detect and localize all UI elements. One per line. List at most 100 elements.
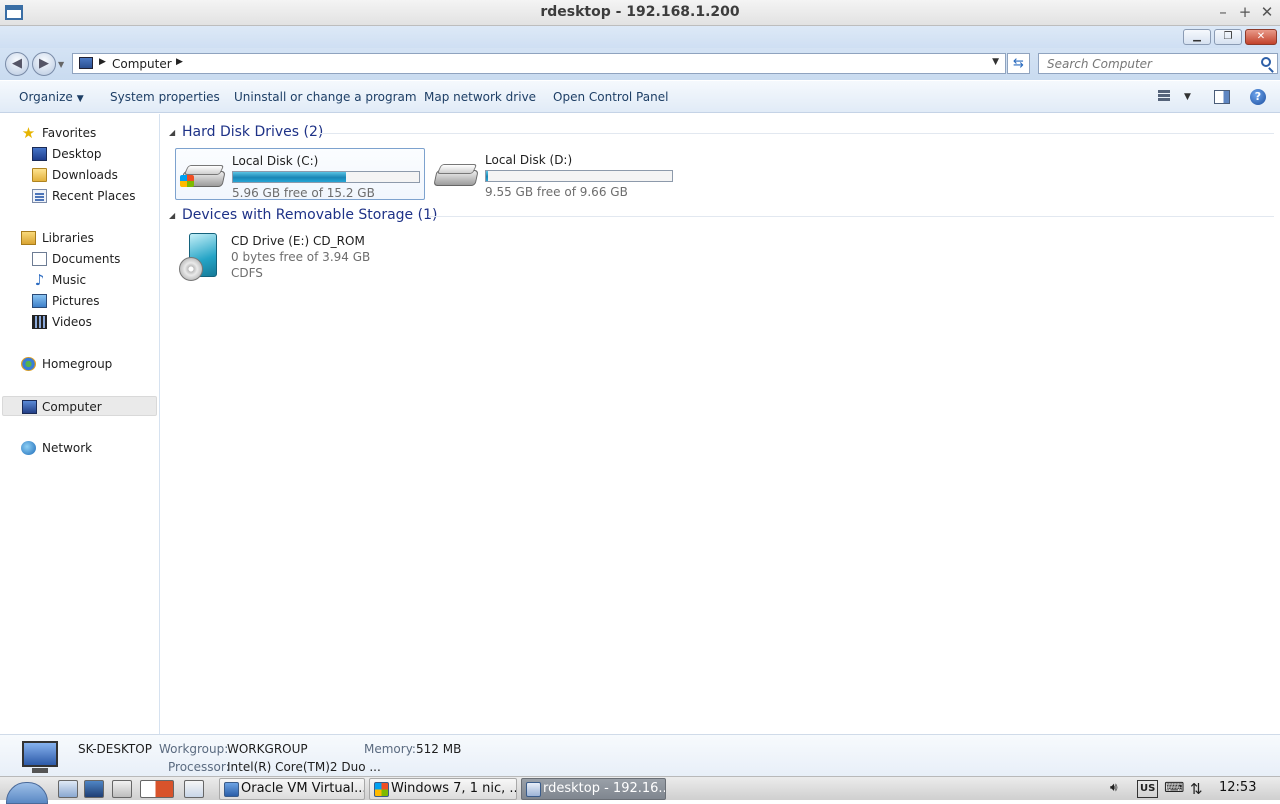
nav-item-homegroup[interactable]: Homegroup bbox=[2, 354, 157, 374]
nav-item-music[interactable]: ♪ Music bbox=[2, 270, 157, 290]
explorer-restore-button[interactable]: ❐ bbox=[1214, 29, 1242, 45]
nav-item-label: Downloads bbox=[52, 168, 118, 182]
host-close-button[interactable]: ✕ bbox=[1258, 3, 1276, 21]
computer-icon bbox=[22, 400, 37, 414]
volume-icon[interactable]: 🔊︎ bbox=[1110, 780, 1118, 798]
search-box[interactable] bbox=[1038, 53, 1278, 74]
content-area: ◢ Hard Disk Drives (2) Local Disk (C:) 5… bbox=[161, 114, 1280, 734]
search-icon[interactable] bbox=[1261, 57, 1271, 67]
breadcrumb-arrow-icon[interactable]: ▶ bbox=[176, 57, 183, 67]
hard-drive-icon bbox=[180, 163, 226, 189]
group-divider bbox=[428, 216, 1274, 217]
show-desktop-icon[interactable] bbox=[140, 780, 174, 798]
system-properties-button[interactable]: System properties bbox=[110, 90, 220, 104]
cd-drive-filesystem: CDFS bbox=[231, 266, 263, 280]
drive-free-space: 5.96 GB free of 15.2 GB bbox=[232, 186, 375, 200]
explorer-minimize-button[interactable]: ▁ bbox=[1183, 29, 1211, 45]
nav-item-recent-places[interactable]: Recent Places bbox=[2, 186, 157, 206]
drive-tile-d[interactable]: Local Disk (D:) 9.55 GB free of 9.66 GB bbox=[429, 148, 689, 200]
host-maximize-button[interactable]: + bbox=[1236, 3, 1254, 21]
nav-item-label: Pictures bbox=[52, 294, 100, 308]
change-view-icon[interactable] bbox=[1158, 90, 1174, 105]
map-network-drive-button[interactable]: Map network drive bbox=[424, 90, 536, 104]
organize-button[interactable]: Organize ▼ bbox=[19, 90, 84, 104]
libraries-icon bbox=[21, 231, 36, 245]
help-icon[interactable]: ? bbox=[1250, 89, 1266, 105]
command-bar: Organize ▼ System properties Uninstall or… bbox=[0, 80, 1280, 113]
task-button-virtualbox[interactable]: Oracle VM Virtual... bbox=[219, 778, 365, 800]
collapse-group-icon[interactable]: ◢ bbox=[169, 128, 175, 137]
drive-usage-fill bbox=[233, 172, 347, 182]
settings-icon[interactable] bbox=[84, 780, 104, 798]
windows-logo-icon bbox=[374, 782, 389, 797]
memory-value: 512 MB bbox=[416, 742, 462, 756]
terminal-icon[interactable] bbox=[112, 780, 132, 798]
host-title-bar: rdesktop - 192.168.1.200 – + ✕ bbox=[0, 0, 1280, 26]
chevron-down-icon: ▼ bbox=[76, 94, 84, 104]
hard-drive-icon bbox=[433, 162, 479, 188]
cd-drive-icon bbox=[179, 233, 217, 281]
start-menu-button[interactable] bbox=[6, 779, 48, 804]
nav-item-documents[interactable]: Documents bbox=[2, 249, 157, 269]
network-icon bbox=[21, 441, 36, 455]
back-button[interactable]: ◀ bbox=[5, 52, 29, 76]
task-button-rdesktop[interactable]: rdesktop - 192.16... bbox=[521, 778, 666, 800]
task-button-windows7[interactable]: Windows 7, 1 nic, ... bbox=[369, 778, 517, 800]
star-icon: ★ bbox=[21, 124, 36, 142]
nav-item-label: Desktop bbox=[52, 147, 102, 161]
documents-icon bbox=[32, 252, 47, 266]
nav-item-label: Homegroup bbox=[42, 357, 113, 371]
address-dropdown-icon[interactable]: ▼ bbox=[992, 57, 999, 67]
desktop-icon bbox=[32, 147, 47, 161]
downloads-folder-icon bbox=[32, 168, 47, 182]
view-options-dropdown-icon[interactable]: ▼ bbox=[1184, 92, 1191, 102]
navigation-pane: ★ Favorites Desktop Downloads Recent Pla… bbox=[0, 114, 160, 734]
nav-item-downloads[interactable]: Downloads bbox=[2, 165, 157, 185]
drive-name: Local Disk (D:) bbox=[485, 153, 573, 167]
preview-pane-icon[interactable] bbox=[1214, 90, 1230, 104]
group-header-hard-disks[interactable]: ◢ Hard Disk Drives (2) bbox=[169, 123, 1274, 143]
music-icon: ♪ bbox=[34, 271, 45, 289]
refresh-button[interactable]: ⇆ bbox=[1007, 53, 1030, 74]
windows-logo-icon bbox=[180, 175, 194, 187]
explorer-close-button[interactable]: ✕ bbox=[1245, 29, 1277, 45]
details-pane: SK-DESKTOP Workgroup: WORKGROUP Memory: … bbox=[0, 734, 1280, 776]
search-input[interactable] bbox=[1039, 54, 1253, 73]
nav-item-videos[interactable]: Videos bbox=[2, 312, 157, 332]
nav-item-favorites[interactable]: ★ Favorites bbox=[2, 123, 157, 143]
address-bar[interactable]: ▶ Computer ▶ ▼ bbox=[72, 53, 1006, 74]
clock[interactable]: 12:53 bbox=[1219, 780, 1256, 795]
collapse-group-icon[interactable]: ◢ bbox=[169, 211, 175, 220]
processor-value: Intel(R) Core(TM)2 Duo ... bbox=[227, 760, 381, 774]
nav-item-computer[interactable]: Computer bbox=[2, 396, 157, 416]
nav-item-pictures[interactable]: Pictures bbox=[2, 291, 157, 311]
nav-item-label: Libraries bbox=[42, 231, 94, 245]
drive-tile-c[interactable]: Local Disk (C:) 5.96 GB free of 15.2 GB bbox=[175, 148, 425, 200]
host-minimize-button[interactable]: – bbox=[1214, 3, 1232, 21]
nav-item-libraries[interactable]: Libraries bbox=[2, 228, 157, 248]
pictures-icon bbox=[32, 294, 47, 308]
drive-name: Local Disk (C:) bbox=[232, 154, 319, 168]
breadcrumb-computer[interactable]: Computer bbox=[112, 57, 172, 71]
nav-item-label: Computer bbox=[42, 400, 102, 414]
nav-item-label: Network bbox=[42, 441, 93, 455]
group-title: Devices with Removable Storage (1) bbox=[182, 207, 438, 223]
file-manager-icon[interactable] bbox=[58, 780, 78, 798]
nav-item-desktop[interactable]: Desktop bbox=[2, 144, 157, 164]
keyboard-icon[interactable]: ⌨ bbox=[1164, 780, 1184, 798]
open-control-panel-button[interactable]: Open Control Panel bbox=[553, 90, 668, 104]
recent-pages-dropdown[interactable]: ▼ bbox=[58, 60, 64, 69]
nav-item-network[interactable]: Network bbox=[2, 438, 157, 458]
computer-name: SK-DESKTOP bbox=[78, 742, 152, 756]
computer-icon bbox=[79, 57, 93, 69]
keyboard-layout-indicator[interactable]: US bbox=[1137, 780, 1159, 798]
group-header-removable[interactable]: ◢ Devices with Removable Storage (1) bbox=[169, 206, 1274, 226]
homegroup-icon bbox=[21, 357, 36, 371]
cd-drive-name: CD Drive (E:) CD_ROM bbox=[231, 234, 365, 248]
cd-drive-tile[interactable]: CD Drive (E:) CD_ROM 0 bytes free of 3.9… bbox=[175, 232, 435, 286]
forward-button[interactable]: ▶ bbox=[32, 52, 56, 76]
uninstall-program-button[interactable]: Uninstall or change a program bbox=[234, 90, 417, 104]
network-transfer-icon[interactable]: ⇅ bbox=[1190, 780, 1203, 798]
breadcrumb-arrow-icon[interactable]: ▶ bbox=[99, 57, 106, 67]
window-icon[interactable] bbox=[184, 780, 204, 798]
